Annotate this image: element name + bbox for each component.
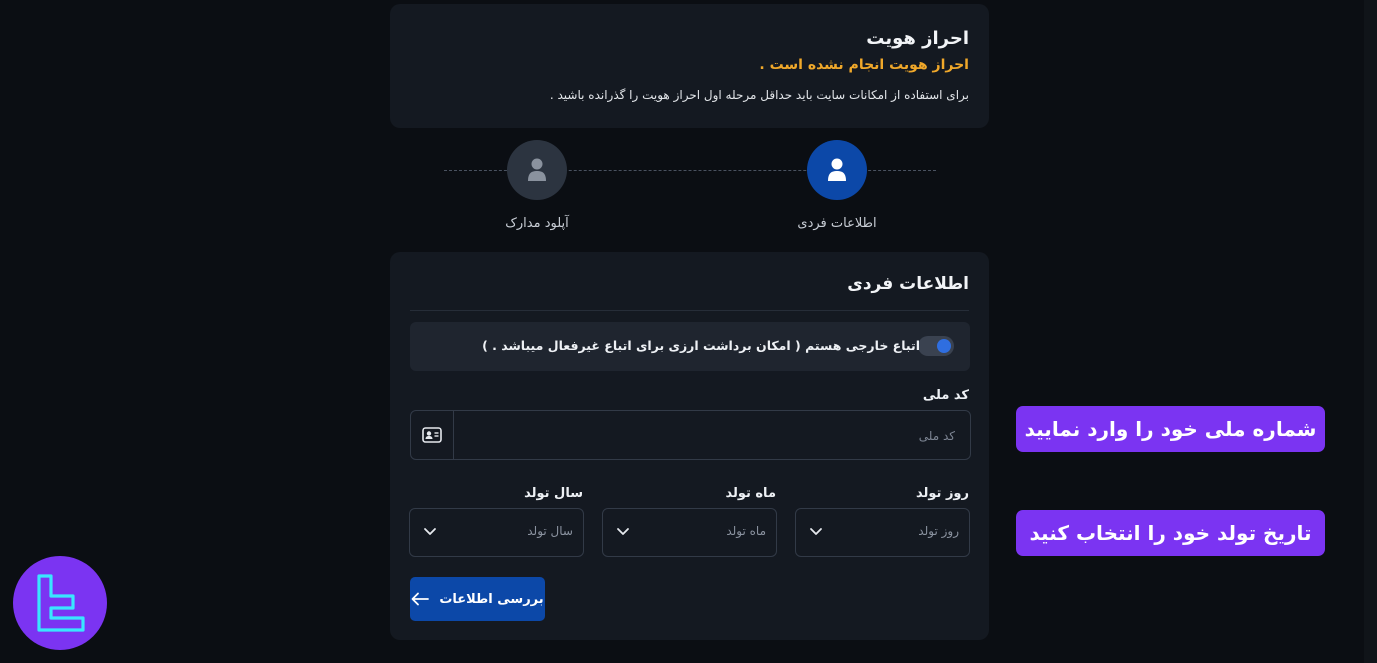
id-card-icon <box>411 411 454 459</box>
chevron-down-icon <box>424 528 436 535</box>
national-code-label: کد ملی <box>922 388 969 403</box>
foreign-national-option: اتباع خارجی هستم ( امکان برداشت ارزی برا… <box>410 322 970 371</box>
verification-status-card: احراز هویت احراز هویت انجام نشده است . ب… <box>390 4 989 128</box>
callout-select-birthdate: تاریخ تولد خود را انتخاب کنید <box>1016 510 1325 556</box>
chevron-down-icon <box>617 528 629 535</box>
form-divider <box>410 310 969 311</box>
brand-logo-mark <box>37 574 85 632</box>
step-upload-documents-label: آپلود مدارک <box>505 216 569 231</box>
foreign-national-toggle[interactable] <box>918 336 954 356</box>
birth-year-select[interactable]: سال تولد <box>409 508 584 557</box>
birth-day-placeholder: روز تولد <box>918 524 959 538</box>
foreign-national-label: اتباع خارجی هستم ( امکان برداشت ارزی برا… <box>482 338 920 353</box>
birth-day-select[interactable]: روز تولد <box>795 508 970 557</box>
birth-year-label: سال تولد <box>524 486 583 501</box>
chevron-down-icon <box>810 528 822 535</box>
birth-day-label: روز تولد <box>916 486 969 501</box>
right-edge-strip <box>1364 0 1377 663</box>
national-code-field <box>410 410 971 460</box>
user-icon <box>528 158 546 181</box>
birth-month-label: ماه تولد <box>725 486 776 501</box>
verification-description: برای استفاده از امکانات سایت باید حداقل … <box>549 88 969 102</box>
step-personal-info[interactable] <box>807 140 867 200</box>
verification-title: احراز هویت <box>866 28 969 49</box>
step-upload-documents[interactable] <box>507 140 567 200</box>
arrow-left-icon <box>411 592 430 606</box>
user-icon <box>828 158 846 181</box>
callout-enter-national-code: شماره ملی خود را وارد نمایید <box>1016 406 1325 452</box>
form-title: اطلاعات فردی <box>847 274 969 294</box>
toggle-knob <box>937 339 951 353</box>
birth-year-placeholder: سال تولد <box>527 524 573 538</box>
birth-month-select[interactable]: ماه تولد <box>602 508 777 557</box>
birth-month-placeholder: ماه تولد <box>726 524 766 538</box>
verification-status-warning: احراز هویت انجام نشده است . <box>759 57 969 73</box>
review-info-button-label: بررسی اطلاعات <box>439 591 544 607</box>
review-info-button[interactable]: بررسی اطلاعات <box>410 577 545 621</box>
national-code-input[interactable] <box>463 425 957 447</box>
brand-logo <box>13 556 107 650</box>
step-personal-info-label: اطلاعات فردی <box>797 216 877 231</box>
personal-info-form: اطلاعات فردی اتباع خارجی هستم ( امکان بر… <box>390 252 989 640</box>
